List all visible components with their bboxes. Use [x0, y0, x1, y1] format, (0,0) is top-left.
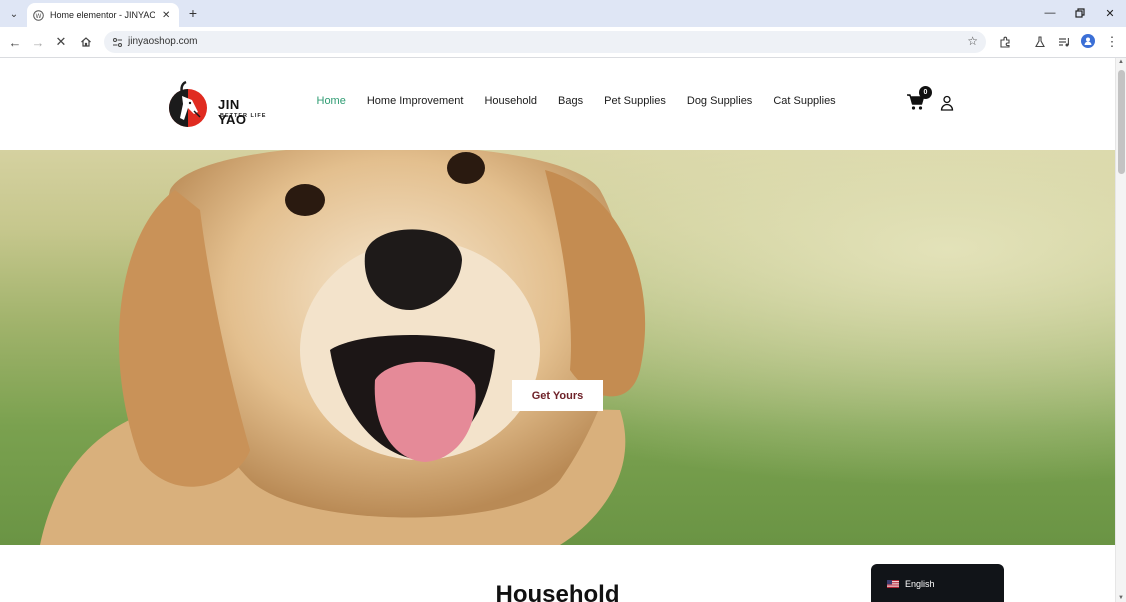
goat-logo-icon [169, 80, 207, 127]
browser-toolbar: ← → ✕ jinyaoshop.com ☆ ⋮ [0, 27, 1126, 58]
nav-item-cat-supplies[interactable]: Cat Supplies [773, 95, 835, 113]
site-info-icon[interactable] [110, 35, 124, 49]
wordpress-favicon-icon: W [33, 9, 44, 21]
window-close-icon[interactable]: ✕ [1100, 4, 1120, 22]
url-text: jinyaoshop.com [128, 36, 198, 47]
account-user-icon[interactable] [940, 95, 954, 111]
bookmark-star-icon[interactable]: ☆ [967, 34, 978, 48]
main-navigation: Home Home Improvement Household Bags Pet… [306, 95, 846, 113]
nav-item-household[interactable]: Household [484, 95, 537, 113]
site-logo[interactable]: JIN YAO BETTER LIFE [168, 78, 268, 130]
cart-count-badge: 0 [919, 86, 932, 99]
address-bar[interactable]: jinyaoshop.com ☆ [104, 31, 986, 53]
stop-loading-icon[interactable]: ✕ [52, 33, 70, 51]
scroll-down-arrow-icon[interactable]: ▼ [1118, 595, 1124, 601]
nav-item-home-improvement[interactable]: Home Improvement [367, 95, 464, 113]
minimize-icon[interactable]: — [1040, 4, 1060, 22]
back-icon[interactable]: ← [6, 33, 24, 51]
svg-text:W: W [36, 12, 42, 19]
hero-dog-image [0, 150, 1115, 545]
tab-close-icon[interactable]: ✕ [159, 8, 173, 22]
home-icon[interactable] [77, 33, 95, 51]
page-scrollbar[interactable]: ▲ ▼ [1115, 58, 1126, 602]
tab-search-chevron-icon[interactable]: ⌄ [5, 5, 23, 23]
scroll-up-arrow-icon[interactable]: ▲ [1118, 59, 1124, 65]
logo-wordmark: JIN YAO [218, 97, 247, 127]
nav-item-bags[interactable]: Bags [558, 95, 583, 113]
profile-avatar-icon[interactable] [1081, 34, 1095, 48]
browser-window: ⌄ W Home elementor - JINYAOSHOP ✕ + — ✕ … [0, 0, 1126, 602]
language-switcher[interactable]: English [871, 564, 1004, 602]
labs-flask-icon[interactable] [1031, 33, 1049, 51]
us-flag-icon [887, 580, 899, 588]
site-header: JIN YAO BETTER LIFE Home Home Improvemen… [0, 58, 1115, 150]
new-tab-icon[interactable]: + [185, 5, 201, 21]
nav-item-pet-supplies[interactable]: Pet Supplies [604, 95, 666, 113]
browser-menu-icon[interactable]: ⋮ [1103, 33, 1121, 51]
web-page: JIN YAO BETTER LIFE Home Home Improvemen… [0, 58, 1115, 602]
media-queue-icon[interactable] [1055, 33, 1073, 51]
scroll-thumb[interactable] [1118, 70, 1125, 174]
nav-item-dog-supplies[interactable]: Dog Supplies [687, 95, 752, 113]
tab-strip: ⌄ W Home elementor - JINYAOSHOP ✕ + — ✕ [0, 0, 1126, 27]
logo-tagline: BETTER LIFE [220, 113, 267, 119]
extensions-icon[interactable] [996, 33, 1014, 51]
get-yours-button[interactable]: Get Yours [512, 380, 603, 411]
forward-icon[interactable]: → [29, 33, 47, 51]
hero-banner: Get Yours [0, 150, 1115, 545]
language-label: English [905, 579, 935, 589]
restore-icon[interactable] [1070, 4, 1090, 22]
browser-tab-active[interactable]: W Home elementor - JINYAOSHOP ✕ [27, 3, 179, 27]
nav-item-home[interactable]: Home [317, 95, 346, 113]
tab-title: Home elementor - JINYAOSHOP [50, 10, 156, 20]
